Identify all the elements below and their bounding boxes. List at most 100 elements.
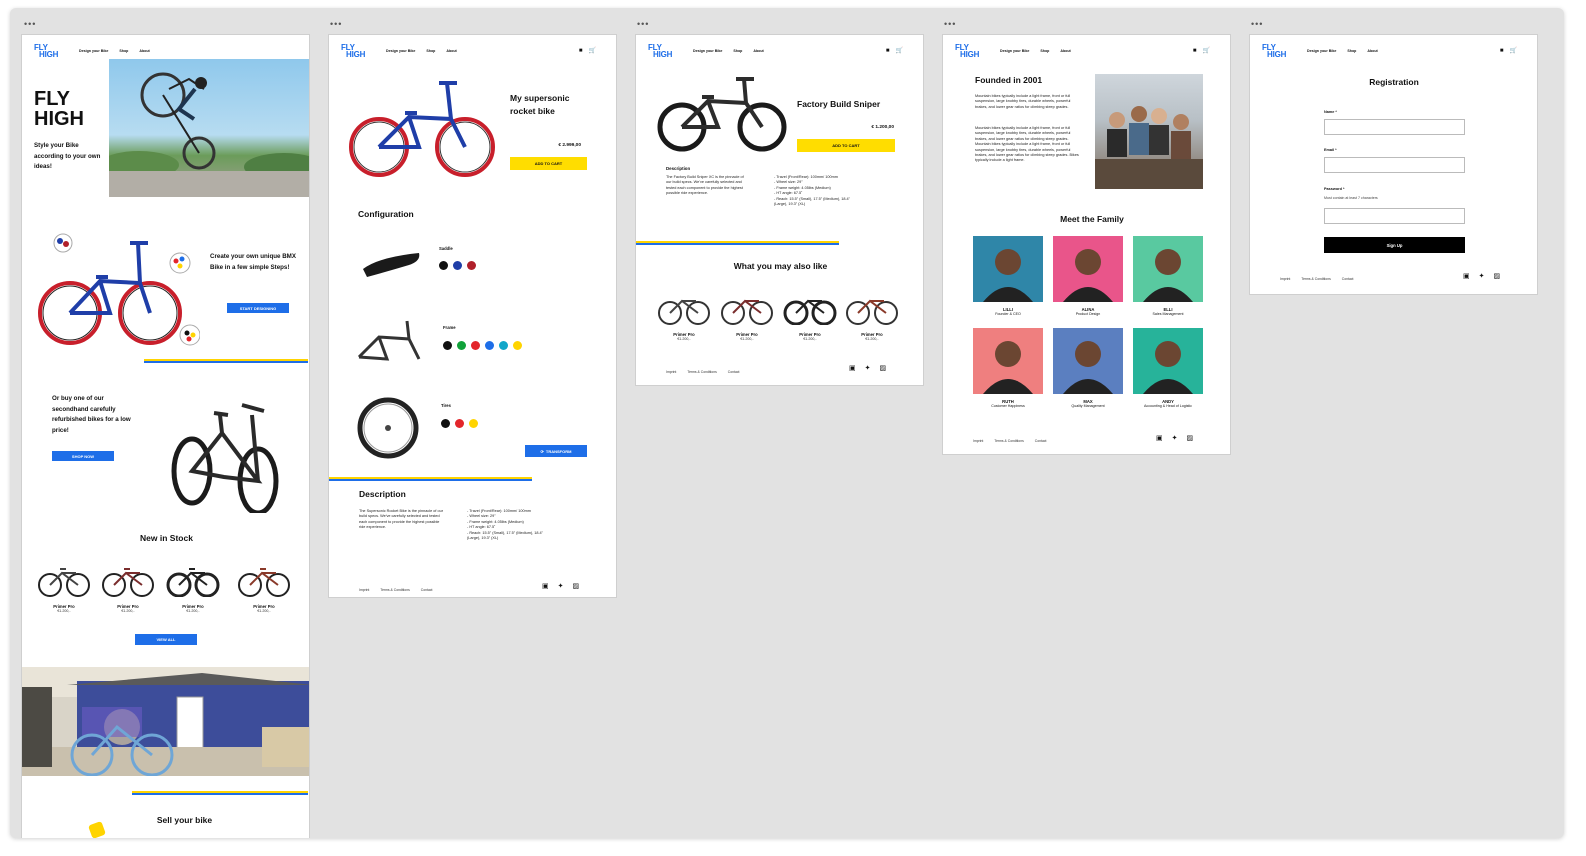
user-icon[interactable]: ■: [579, 48, 583, 54]
divider-stripe: [329, 477, 532, 481]
frame-color-swatch[interactable]: [513, 341, 522, 350]
frame-menu-dots[interactable]: •••: [24, 20, 36, 29]
specs-list: - Travel (Front/Rear): 100mm/ 100mm - Wh…: [467, 509, 544, 541]
cart-icon[interactable]: 🛒: [1510, 48, 1517, 54]
sign-up-button[interactable]: Sign Up: [1324, 237, 1465, 253]
logo[interactable]: FLY HIGH: [34, 44, 58, 59]
footer-link-imprint[interactable]: Imprint: [666, 370, 676, 374]
nav-link-about[interactable]: About: [1367, 49, 1377, 53]
frame-color-swatch[interactable]: [471, 341, 480, 350]
nav-link-design[interactable]: Design your Bike: [1307, 49, 1336, 53]
product-card[interactable]: Primer Pro €1.200,-: [782, 291, 838, 341]
frame-menu-dots[interactable]: •••: [330, 20, 342, 29]
product-card[interactable]: Primer Pro €1.200,-: [165, 561, 221, 613]
footer-link-terms[interactable]: Terms & Conditions: [687, 370, 716, 374]
frame-color-swatch[interactable]: [499, 341, 508, 350]
footer-link-terms[interactable]: Terms & Conditions: [994, 439, 1023, 443]
twitter-icon[interactable]: ✦: [1172, 435, 1178, 442]
frame-menu-dots[interactable]: •••: [637, 20, 649, 29]
email-input[interactable]: [1324, 157, 1465, 173]
description-text: The Factory Build Sniper XC is the pinna…: [666, 175, 744, 196]
description-text: The Supersonic Rocket Bike is the pinnac…: [359, 509, 443, 530]
product-card[interactable]: Primer Pro €1.200,-: [844, 291, 900, 341]
frame-menu-dots[interactable]: •••: [944, 20, 956, 29]
twitter-icon[interactable]: ✦: [865, 365, 871, 372]
nav-link-shop[interactable]: Shop: [1040, 49, 1049, 53]
cart-icon[interactable]: 🛒: [589, 48, 596, 54]
nav-link-design[interactable]: Design your Bike: [1000, 49, 1029, 53]
frame-color-swatch[interactable]: [485, 341, 494, 350]
facebook-icon[interactable]: ▨: [880, 365, 887, 372]
transform-button[interactable]: ⟳ TRANSFORM: [525, 445, 587, 457]
product-frame: FLY HIGH Design your Bike Shop About ■ 🛒 …: [635, 34, 924, 386]
instagram-icon[interactable]: ▣: [1156, 435, 1163, 442]
product-card[interactable]: Primer Pro €1.200,-: [100, 561, 156, 613]
footer-links: Imprint Terms & Conditions Contact: [973, 439, 1046, 443]
facebook-icon[interactable]: ▨: [1494, 273, 1501, 280]
cart-icon[interactable]: 🛒: [896, 48, 903, 54]
cart-icon[interactable]: 🛒: [1203, 48, 1210, 54]
nav-link-about[interactable]: About: [446, 49, 456, 53]
footer-link-contact[interactable]: Contact: [421, 588, 433, 592]
nav-link-design[interactable]: Design your Bike: [386, 49, 415, 53]
nav-link-shop[interactable]: Shop: [1347, 49, 1356, 53]
saddle-color-swatch[interactable]: [453, 261, 462, 270]
frame-color-swatch[interactable]: [457, 341, 466, 350]
name-label: Name *: [1324, 110, 1337, 114]
product-card[interactable]: Primer Pro €1.200,-: [656, 291, 712, 341]
instagram-icon[interactable]: ▣: [1463, 273, 1470, 280]
password-input[interactable]: [1324, 208, 1465, 224]
start-designing-button[interactable]: START DESIGNING: [227, 303, 289, 313]
product-title: Factory Build Sniper: [797, 99, 881, 109]
nav-link-about[interactable]: About: [1060, 49, 1070, 53]
add-to-cart-button[interactable]: ADD TO CART: [797, 139, 895, 152]
instagram-icon[interactable]: ▣: [542, 583, 549, 590]
nav-link-shop[interactable]: Shop: [426, 49, 435, 53]
team-member-photo: [1053, 328, 1123, 394]
logo[interactable]: FLY HIGH: [648, 44, 672, 59]
footer-link-terms[interactable]: Terms & Conditions: [380, 588, 409, 592]
footer-link-imprint[interactable]: Imprint: [1280, 277, 1290, 281]
footer-link-terms[interactable]: Terms & Conditions: [1301, 277, 1330, 281]
user-icon[interactable]: ■: [886, 48, 890, 54]
tire-color-swatch[interactable]: [441, 419, 450, 428]
nav-link-about[interactable]: About: [753, 49, 763, 53]
tire-color-swatch[interactable]: [469, 419, 478, 428]
user-icon[interactable]: ■: [1500, 48, 1504, 54]
team-group-photo: [1095, 74, 1203, 189]
product-card[interactable]: Primer Pro €1.200,-: [719, 291, 775, 341]
team-member-photo: [1053, 236, 1123, 302]
view-all-button[interactable]: VIEW ALL: [135, 634, 197, 645]
logo[interactable]: FLY HIGH: [341, 44, 365, 59]
product-card[interactable]: Primer Pro €1.200,-: [36, 561, 92, 613]
add-to-cart-button[interactable]: ADD TO CART: [510, 157, 587, 170]
facebook-icon[interactable]: ▨: [1187, 435, 1194, 442]
name-input[interactable]: [1324, 119, 1465, 135]
saddle-color-swatch[interactable]: [439, 261, 448, 270]
facebook-icon[interactable]: ▨: [573, 583, 580, 590]
nav-link-about[interactable]: About: [139, 49, 149, 53]
frame-color-swatch[interactable]: [443, 341, 452, 350]
configured-bike-image: [347, 75, 497, 185]
logo[interactable]: FLY HIGH: [955, 44, 979, 59]
user-icon[interactable]: ■: [1193, 48, 1197, 54]
footer-link-imprint[interactable]: Imprint: [973, 439, 983, 443]
footer-link-imprint[interactable]: Imprint: [359, 588, 369, 592]
footer-link-contact[interactable]: Contact: [1035, 439, 1047, 443]
product-card[interactable]: Primer Pro €1.200,-: [236, 561, 292, 613]
nav-link-shop[interactable]: Shop: [119, 49, 128, 53]
nav-link-design[interactable]: Design your Bike: [79, 49, 108, 53]
twitter-icon[interactable]: ✦: [558, 583, 564, 590]
saddle-color-swatch[interactable]: [467, 261, 476, 270]
shop-now-button[interactable]: SHOP NOW: [52, 451, 114, 461]
frame-menu-dots[interactable]: •••: [1251, 20, 1263, 29]
nav-link-shop[interactable]: Shop: [733, 49, 742, 53]
logo[interactable]: FLY HIGH: [1262, 44, 1286, 59]
footer-links: Imprint Terms & Conditions Contact: [359, 588, 432, 592]
footer-link-contact[interactable]: Contact: [1342, 277, 1354, 281]
instagram-icon[interactable]: ▣: [849, 365, 856, 372]
nav-link-design[interactable]: Design your Bike: [693, 49, 722, 53]
twitter-icon[interactable]: ✦: [1479, 273, 1485, 280]
footer-link-contact[interactable]: Contact: [728, 370, 740, 374]
tire-color-swatch[interactable]: [455, 419, 464, 428]
